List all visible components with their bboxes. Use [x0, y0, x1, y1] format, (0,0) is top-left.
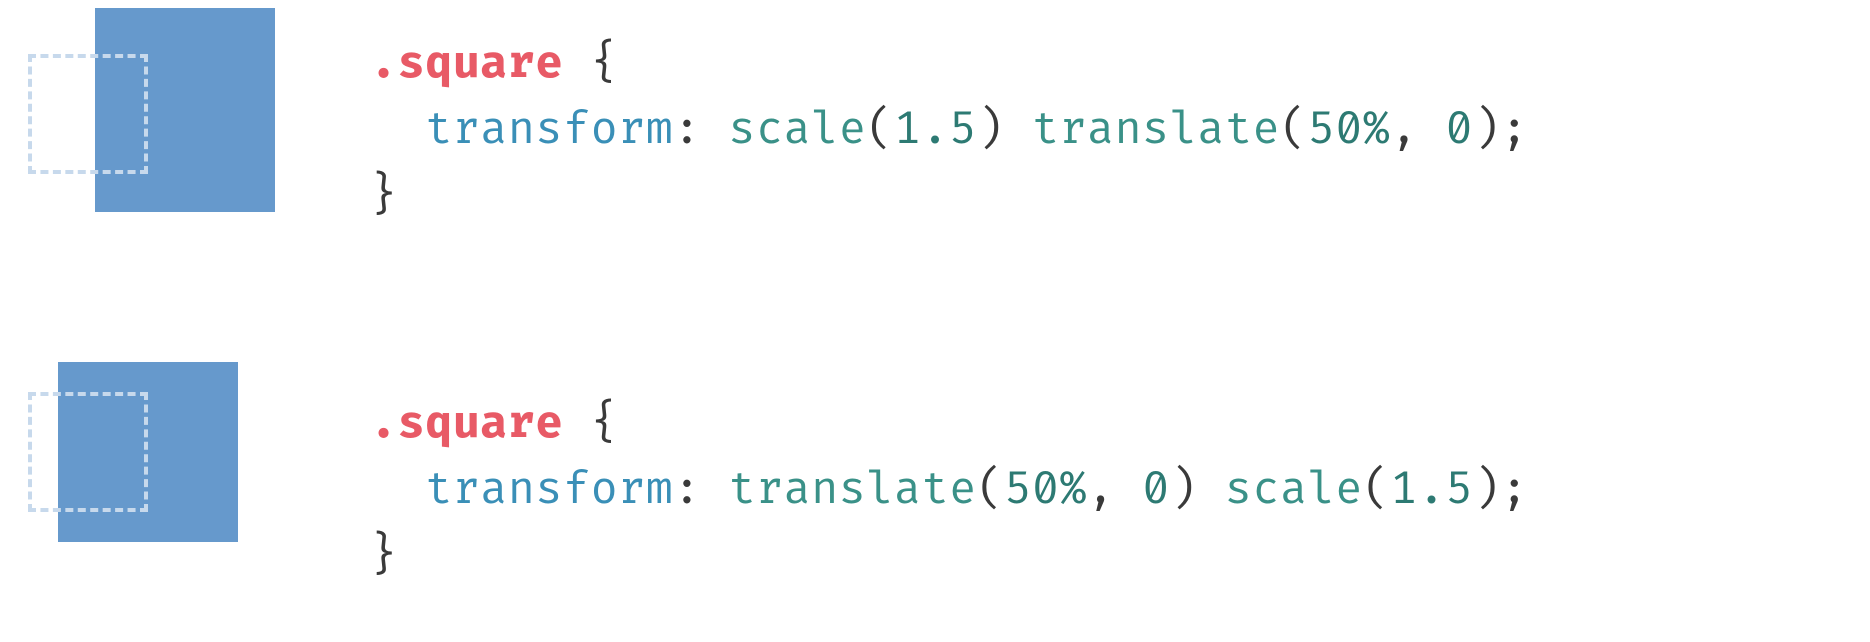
css-function-translate: translate [729, 462, 977, 517]
open-brace: { [563, 36, 618, 91]
code-block-1: .square { transform: scale(1.5) translat… [360, 31, 1870, 229]
example-row-2: .square { transform: translate(50%, 0) s… [0, 360, 1870, 620]
visual-demo-1 [0, 0, 360, 260]
css-property: transform [425, 462, 673, 517]
css-value: 0 [1446, 102, 1474, 157]
code-block-2: .square { transform: translate(50%, 0) s… [360, 391, 1870, 589]
css-function-scale: scale [729, 102, 867, 157]
visual-demo-2 [0, 360, 360, 620]
css-property: transform [425, 102, 673, 157]
css-value: 50% [1308, 102, 1391, 157]
colon: : [673, 102, 728, 157]
paren-open: ( [866, 102, 894, 157]
css-value: 1.5 [1390, 462, 1473, 517]
colon: : [673, 462, 728, 517]
paren-open: ( [977, 462, 1005, 517]
paren-open: ( [1280, 102, 1308, 157]
close-brace: } [370, 528, 398, 583]
comma: , [1390, 102, 1445, 157]
paren-close: ) [977, 102, 1032, 157]
indent [370, 102, 425, 157]
css-value: 0 [1142, 462, 1170, 517]
css-value: 50% [1004, 462, 1087, 517]
css-function-translate: translate [1032, 102, 1280, 157]
example-row-1: .square { transform: scale(1.5) translat… [0, 0, 1870, 260]
css-function-scale: scale [1225, 462, 1363, 517]
indent [370, 462, 425, 517]
paren-open: ( [1363, 462, 1391, 517]
comma: , [1087, 462, 1142, 517]
original-outline-1 [28, 54, 148, 174]
css-selector: .square [370, 396, 563, 451]
paren-close-semi: ); [1473, 102, 1528, 157]
paren-close: ) [1170, 462, 1225, 517]
open-brace: { [563, 396, 618, 451]
paren-close-semi: ); [1473, 462, 1528, 517]
css-value: 1.5 [894, 102, 977, 157]
original-outline-2 [28, 392, 148, 512]
close-brace: } [370, 168, 398, 223]
css-selector: .square [370, 36, 563, 91]
